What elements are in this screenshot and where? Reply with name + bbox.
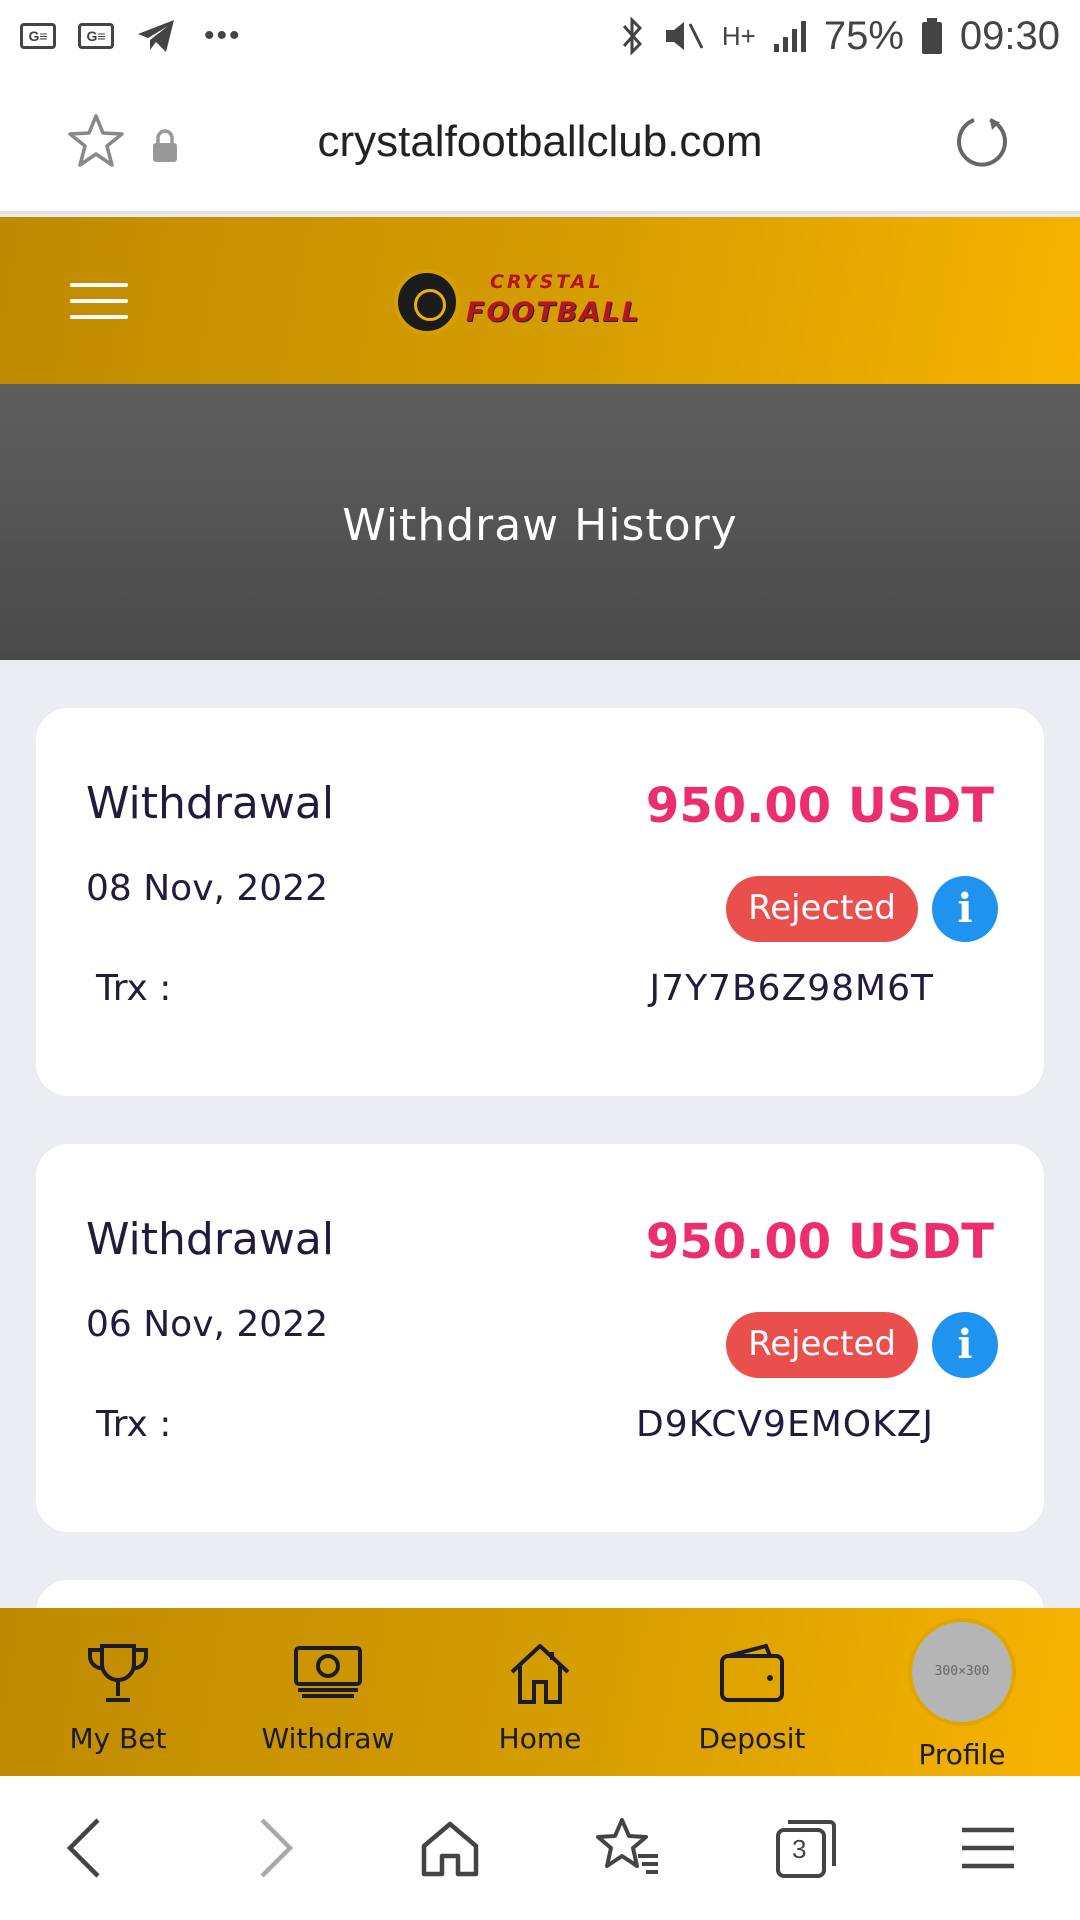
reload-icon[interactable] xyxy=(952,112,1012,172)
nav-withdraw[interactable]: Withdraw xyxy=(228,1608,428,1776)
nav-my-bet[interactable]: My Bet xyxy=(18,1608,218,1776)
telegram-icon xyxy=(138,20,174,52)
nav-home[interactable]: Home xyxy=(440,1608,640,1776)
bluetooth-icon xyxy=(622,16,642,56)
info-icon[interactable]: i xyxy=(932,1312,998,1378)
withdrawal-card: Withdrawal 950.00 USDT 08 Nov, 2022 Reje… xyxy=(36,708,1044,1096)
trx-value: D9KCV9EMOKZJ xyxy=(636,1404,934,1445)
tabs-button[interactable]: 3 xyxy=(770,1812,842,1884)
more-notifications-icon: ••• xyxy=(204,19,242,52)
clock: 09:30 xyxy=(959,13,1060,58)
avatar: 300×300 xyxy=(908,1618,1016,1726)
url-text[interactable]: crystalfootballclub.com xyxy=(0,117,1080,167)
nav-label: Profile xyxy=(918,1738,1006,1771)
mute-icon xyxy=(665,22,704,50)
signal-icon xyxy=(773,21,806,52)
status-badge: Rejected xyxy=(726,876,918,942)
battery-percent: 75% xyxy=(823,13,904,58)
info-icon[interactable]: i xyxy=(932,876,998,942)
tab-count: 3 xyxy=(792,1834,807,1864)
site-logo[interactable]: CRYSTAL FOOTBALL xyxy=(394,267,668,337)
page-banner: Withdraw History xyxy=(0,384,1080,660)
withdrawal-card: Withdrawal 950.00 USDT 06 Nov, 2022 Reje… xyxy=(36,1144,1044,1532)
logo-badge-icon xyxy=(394,269,460,335)
status-badge: Rejected xyxy=(726,1312,918,1378)
bottom-navigation: My Bet Withdraw Home Deposit 300×300 Pro… xyxy=(0,1608,1080,1776)
bookmarks-icon[interactable] xyxy=(592,1812,664,1884)
nav-profile[interactable]: 300×300 Profile xyxy=(862,1608,1062,1776)
withdrawal-amount: 950.00 USDT xyxy=(645,1214,994,1270)
withdrawal-label: Withdrawal xyxy=(86,1214,335,1265)
withdrawal-label: Withdrawal xyxy=(86,778,335,829)
nav-label: Withdraw xyxy=(261,1722,395,1755)
news-icon: G≡ xyxy=(20,23,56,49)
network-type: H+ xyxy=(721,20,756,51)
forward-icon[interactable] xyxy=(236,1812,308,1884)
withdrawal-date: 06 Nov, 2022 xyxy=(86,1304,329,1345)
wallet-icon xyxy=(720,1643,784,1702)
logo-text-bottom: FOOTBALL xyxy=(466,297,641,328)
home-icon[interactable] xyxy=(414,1812,486,1884)
news-icon: G≡ xyxy=(78,23,114,49)
logo-text-top: CRYSTAL xyxy=(490,271,604,293)
browser-toolbar: 3 xyxy=(0,1776,1080,1920)
site-header: CRYSTAL FOOTBALL xyxy=(0,217,1080,384)
browser-address-bar: crystalfootballclub.com xyxy=(0,72,1080,214)
nav-label: Deposit xyxy=(698,1722,806,1755)
battery-icon xyxy=(921,18,942,54)
trx-label: Trx : xyxy=(96,968,172,1009)
trophy-icon xyxy=(87,1644,149,1702)
withdrawal-date: 08 Nov, 2022 xyxy=(86,868,329,909)
menu-icon[interactable] xyxy=(70,283,128,319)
page-title: Withdraw History xyxy=(342,500,738,551)
money-icon xyxy=(294,1646,362,1698)
home-icon xyxy=(510,1644,570,1704)
status-bar: G≡ G≡ ••• H+ 75% 09:30 xyxy=(0,0,1080,72)
nav-deposit[interactable]: Deposit xyxy=(652,1608,852,1776)
back-icon[interactable] xyxy=(52,1812,124,1884)
nav-label: Home xyxy=(498,1722,582,1755)
trx-label: Trx : xyxy=(96,1404,172,1445)
withdrawal-amount: 950.00 USDT xyxy=(645,778,994,834)
nav-label: My Bet xyxy=(69,1722,167,1755)
trx-value: J7Y7B6Z98M6T xyxy=(649,968,934,1009)
menu-icon[interactable] xyxy=(952,1812,1024,1884)
